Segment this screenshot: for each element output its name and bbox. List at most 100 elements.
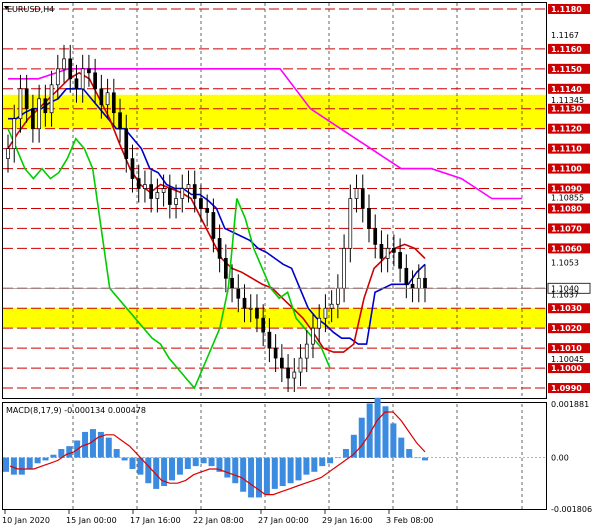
candle-body	[37, 98, 41, 130]
macd-histogram-bar	[248, 457, 255, 498]
candle-body	[385, 248, 390, 259]
macd-histogram-bar	[303, 457, 310, 475]
candle-body	[298, 357, 303, 373]
price-scale-tick: 1.1053	[551, 258, 579, 267]
candle-body	[6, 148, 10, 159]
candle-body	[31, 108, 35, 130]
yellow-zone	[3, 308, 546, 329]
macd-histogram-bar	[26, 457, 33, 469]
candle-body	[105, 92, 110, 106]
price-level-label: 1.0990	[551, 384, 582, 393]
macd-histogram-bar	[342, 449, 349, 458]
macd-histogram-bar	[184, 457, 191, 469]
candle-body	[24, 88, 29, 110]
candle-body	[311, 327, 315, 345]
candle-body	[167, 188, 172, 205]
macd-histogram-bar	[129, 457, 136, 469]
macd-histogram-bar	[34, 457, 41, 464]
candle-body	[55, 68, 60, 86]
price-level-label: 1.1030	[551, 304, 582, 313]
candle-body	[149, 184, 153, 199]
macd-histogram-bar	[335, 457, 342, 459]
candle-body	[80, 68, 85, 90]
macd-histogram-bar	[105, 437, 112, 458]
candle-body	[192, 184, 197, 199]
macd-histogram-bar	[390, 423, 397, 458]
x-axis-tick-label: 17 Jan 16:00	[130, 516, 181, 525]
candle-body	[205, 208, 210, 213]
candle-body	[410, 283, 415, 289]
macd-scale-tick: -0.001806	[551, 505, 592, 514]
candle-body	[255, 307, 259, 319]
price-level-label: 1.1110	[551, 145, 582, 154]
macd-histogram-bar	[327, 457, 334, 464]
macd-histogram-bar	[224, 457, 231, 478]
candle-body	[217, 238, 222, 259]
macd-histogram-bar	[240, 457, 247, 492]
price-level-label: 1.1010	[551, 344, 582, 353]
main-chart-title: EURUSD,H4	[7, 5, 54, 14]
macd-histogram-bar	[406, 449, 413, 458]
macd-title: MACD(8,17,9) -0.000134 0.000478	[6, 406, 146, 415]
candle-body	[248, 307, 253, 310]
macd-histogram-bar	[287, 457, 294, 484]
macd-histogram-bar	[398, 437, 405, 458]
price-level-label: 1.1150	[551, 65, 582, 74]
price-level-label: 1.1100	[551, 165, 582, 174]
x-axis-tick-label: 15 Jan 00:00	[66, 516, 117, 525]
candle-body	[348, 198, 353, 249]
candle-body	[130, 158, 135, 179]
price-scale-tick: 1.10855	[551, 194, 584, 203]
macd-scale-tick: 0.001881	[551, 400, 589, 409]
candle-body	[93, 72, 97, 90]
macd-histogram-bar	[192, 457, 199, 467]
macd-histogram-bar	[232, 457, 239, 484]
macd-histogram-bar	[121, 457, 128, 461]
x-axis-tick-label: 3 Feb 08:00	[386, 516, 433, 525]
candle-body	[161, 188, 166, 193]
macd-histogram-bar	[208, 457, 215, 467]
candle-body	[273, 347, 278, 359]
macd-histogram-bar	[113, 449, 120, 458]
macd-histogram-bar	[176, 457, 183, 475]
candle-body	[404, 267, 409, 285]
candle-body	[261, 317, 266, 333]
candle-body	[174, 198, 178, 205]
macd-histogram-bar	[200, 457, 207, 464]
candle-body	[236, 287, 241, 299]
macd-histogram-bar	[414, 457, 421, 459]
main-plot-frame	[2, 2, 547, 399]
candle-body	[360, 188, 365, 209]
candle-body	[292, 371, 297, 379]
candle-body	[423, 277, 427, 289]
candle-body	[62, 58, 66, 70]
candle-body	[87, 68, 91, 74]
price-level-label: 1.1080	[551, 204, 582, 213]
candle-body	[379, 244, 384, 259]
candle-body	[286, 367, 290, 379]
candle-body	[392, 248, 396, 253]
price-scale-tick: 1.1037	[551, 290, 579, 299]
candle-body	[143, 184, 147, 189]
price-level-label: 1.1180	[551, 5, 582, 14]
candle-body	[267, 331, 272, 349]
candle-body	[186, 184, 191, 189]
candle-body	[199, 198, 203, 209]
candle-body	[354, 188, 359, 199]
candle-body	[329, 303, 334, 309]
macd-histogram-bar	[145, 457, 152, 484]
macd-histogram-bar	[50, 454, 57, 458]
candle-body	[111, 92, 116, 114]
macd-histogram-bar	[311, 457, 318, 472]
candle-body	[230, 277, 234, 289]
price-level-label: 1.1020	[551, 324, 582, 333]
candle-body	[155, 192, 160, 199]
candle-body	[280, 357, 284, 369]
candle-body	[211, 212, 216, 239]
candle-body	[317, 317, 322, 329]
candle-body	[398, 252, 402, 269]
macd-histogram-bar	[169, 457, 176, 481]
price-level-label: 1.1120	[551, 125, 582, 134]
price-level-label: 1.1070	[551, 224, 582, 233]
macd-histogram-bar	[42, 457, 49, 461]
